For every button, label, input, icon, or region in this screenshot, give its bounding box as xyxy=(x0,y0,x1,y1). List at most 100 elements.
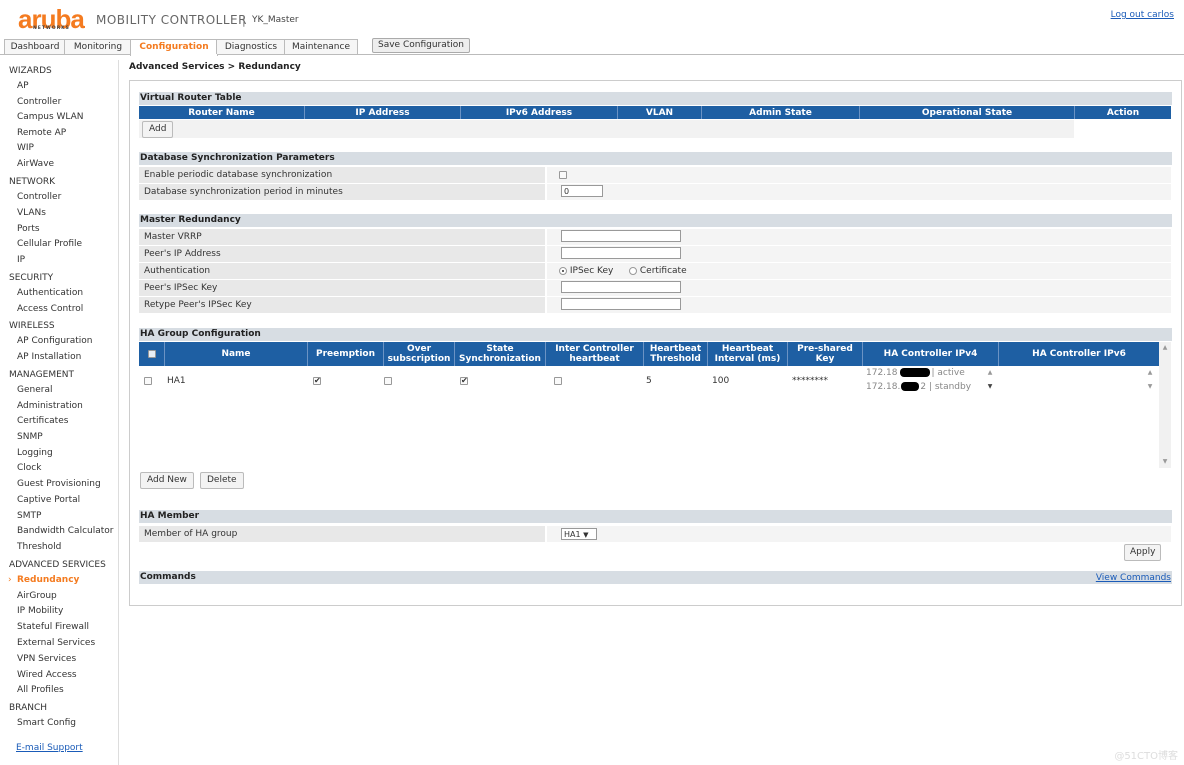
sidebar-item-remote-ap[interactable]: Remote AP xyxy=(17,128,66,138)
email-support-link[interactable]: E-mail Support xyxy=(16,743,83,753)
retype-key-label: Retype Peer's IPSec Key xyxy=(139,297,545,313)
over-subscription-checkbox[interactable] xyxy=(384,377,392,385)
ha-row-select-checkbox[interactable] xyxy=(144,377,152,385)
col-preshared-key: Pre-shared Key xyxy=(788,342,863,366)
ipv4-scroll-up-icon[interactable]: ▲ xyxy=(985,369,995,376)
ha-table-scroll-up-icon[interactable]: ▲ xyxy=(1160,344,1170,351)
inter-controller-heartbeat-checkbox[interactable] xyxy=(554,377,562,385)
sidebar-item-clock[interactable]: Clock xyxy=(17,463,41,473)
col-over-line1: Over xyxy=(406,344,432,354)
preemption-checkbox[interactable]: ✔ xyxy=(313,377,321,385)
ha-ipv4-active-prefix: 172.18 xyxy=(866,368,898,378)
tab-maintenance[interactable]: Maintenance xyxy=(284,39,358,54)
ipv6-scroll-down-icon[interactable]: ▼ xyxy=(1145,383,1155,390)
sidebar-item-vlans[interactable]: VLANs xyxy=(17,208,46,218)
col-psk-line1: Pre-shared xyxy=(797,344,853,354)
db-sync-period-label: Database synchronization period in minut… xyxy=(139,184,545,200)
sidebar-item-vpn-services[interactable]: VPN Services xyxy=(17,654,76,664)
sidebar-item-wired-access[interactable]: Wired Access xyxy=(17,670,77,680)
sidebar-category-wizards: WIZARDS xyxy=(9,66,52,76)
tab-monitoring[interactable]: Monitoring xyxy=(64,39,132,54)
sidebar-item-captive-portal[interactable]: Captive Portal xyxy=(17,495,80,505)
sidebar-item-administration[interactable]: Administration xyxy=(17,401,83,411)
delete-ha-group-button[interactable]: Delete xyxy=(200,472,244,489)
sidebar-item-ap-configuration[interactable]: AP Configuration xyxy=(17,336,92,346)
auth-certificate-option[interactable]: Certificate xyxy=(629,263,687,279)
sidebar-item-network-controller[interactable]: Controller xyxy=(17,192,61,202)
sidebar-item-access-control[interactable]: Access Control xyxy=(17,304,83,314)
ha-table-scrollbar[interactable] xyxy=(1159,342,1171,468)
col-hbt-line1: Heartbeat xyxy=(649,344,702,354)
save-configuration-button[interactable]: Save Configuration xyxy=(372,38,470,53)
sidebar-item-cellular-profile[interactable]: Cellular Profile xyxy=(17,239,82,249)
col-hbi-line2: Interval (ms) xyxy=(714,354,781,364)
ipv6-scroll-up-icon[interactable]: ▲ xyxy=(1145,369,1155,376)
chevron-down-icon: ▼ xyxy=(583,531,589,539)
peer-ipsec-key-value xyxy=(547,280,1171,296)
tab-dashboard[interactable]: Dashboard xyxy=(4,39,66,54)
col-action: Action xyxy=(1106,107,1140,118)
sidebar-item-ports[interactable]: Ports xyxy=(17,224,40,234)
logout-link[interactable]: Log out carlos xyxy=(1111,10,1174,20)
sidebar-item-stateful-firewall[interactable]: Stateful Firewall xyxy=(17,622,89,632)
sidebar-item-airgroup[interactable]: AirGroup xyxy=(17,591,57,601)
master-vrrp-input[interactable] xyxy=(561,230,681,242)
ha-table-scroll-down-icon[interactable]: ▼ xyxy=(1160,458,1170,465)
peer-ip-input[interactable] xyxy=(561,247,681,259)
db-sync-period-value: 0 xyxy=(547,184,1171,200)
state-sync-checkbox[interactable]: ✔ xyxy=(460,377,468,385)
title-separator: | xyxy=(242,14,246,27)
view-commands-link[interactable]: View Commands xyxy=(1096,573,1171,583)
sidebar-item-wip[interactable]: WIP xyxy=(17,143,34,153)
sidebar-item-ip-mobility[interactable]: IP Mobility xyxy=(17,606,63,616)
radio-certificate[interactable] xyxy=(629,266,637,275)
sidebar-item-smart-config[interactable]: Smart Config xyxy=(17,718,76,728)
radio-ipsec-key[interactable] xyxy=(559,266,567,275)
sidebar-item-certificates[interactable]: Certificates xyxy=(17,416,68,426)
sidebar-item-logging[interactable]: Logging xyxy=(17,448,53,458)
col-operational-state: Operational State xyxy=(860,106,1075,119)
sidebar-item-airwave[interactable]: AirWave xyxy=(17,159,54,169)
col-psk-line2: Key xyxy=(815,354,835,364)
authentication-row: Authentication IPSec Key Certificate xyxy=(139,263,1171,279)
apply-button[interactable]: Apply xyxy=(1124,544,1162,561)
sidebar-item-controller[interactable]: Controller xyxy=(17,97,61,107)
watermark: @51CTO博客 xyxy=(1114,751,1178,762)
col-state-line1: State xyxy=(486,344,514,354)
preshared-key-value: ******** xyxy=(792,376,828,386)
sidebar-item-all-profiles[interactable]: All Profiles xyxy=(17,685,64,695)
db-sync-enable-checkbox[interactable] xyxy=(559,171,567,179)
peer-ipsec-key-label: Peer's IPSec Key xyxy=(139,280,545,296)
retype-key-input[interactable] xyxy=(561,298,681,310)
peer-ip-value xyxy=(547,246,1171,262)
select-all-checkbox[interactable] xyxy=(147,350,156,358)
db-sync-enable-label: Enable periodic database synchronization xyxy=(139,167,545,183)
sidebar-item-ap[interactable]: AP xyxy=(17,81,29,91)
sidebar-item-campus-wlan[interactable]: Campus WLAN xyxy=(17,112,84,122)
ipv4-scroll-down-icon[interactable]: ▼ xyxy=(985,383,995,390)
col-inter-controller: Inter Controller heartbeat xyxy=(546,342,644,366)
sidebar-item-ap-installation[interactable]: AP Installation xyxy=(17,352,81,362)
col-ipv6-address: IPv6 Address xyxy=(461,106,618,119)
sidebar-item-bandwidth-calculator[interactable]: Bandwidth Calculator xyxy=(17,526,113,536)
sidebar-item-external-services[interactable]: External Services xyxy=(17,638,95,648)
sidebar-item-snmp[interactable]: SNMP xyxy=(17,432,43,442)
sidebar-item-threshold[interactable]: Threshold xyxy=(17,542,61,552)
ha-ipv4-standby: 172.18. 2 | standby xyxy=(866,382,971,392)
add-virtual-router-button[interactable]: Add xyxy=(142,121,174,138)
sidebar-item-guest-provisioning[interactable]: Guest Provisioning xyxy=(17,479,101,489)
add-new-ha-group-button[interactable]: Add New xyxy=(140,472,194,489)
sidebar-item-redundancy[interactable]: Redundancy xyxy=(17,575,79,585)
sidebar-item-general[interactable]: General xyxy=(17,385,52,395)
tab-configuration[interactable]: Configuration xyxy=(130,39,218,56)
sidebar-item-authentication[interactable]: Authentication xyxy=(17,288,83,298)
sidebar-item-ip[interactable]: IP xyxy=(17,255,25,265)
db-sync-period-input[interactable]: 0 xyxy=(561,185,603,197)
peer-ipsec-key-input[interactable] xyxy=(561,281,681,293)
ha-member-select[interactable]: HA1 ▼ xyxy=(561,528,597,540)
ha-group-name-link[interactable]: HA1 xyxy=(167,376,186,386)
sidebar-category-security: SECURITY xyxy=(9,273,54,283)
tab-diagnostics[interactable]: Diagnostics xyxy=(216,39,286,54)
sidebar-item-smtp[interactable]: SMTP xyxy=(17,511,41,521)
auth-ipsec-option[interactable]: IPSec Key xyxy=(559,263,613,279)
